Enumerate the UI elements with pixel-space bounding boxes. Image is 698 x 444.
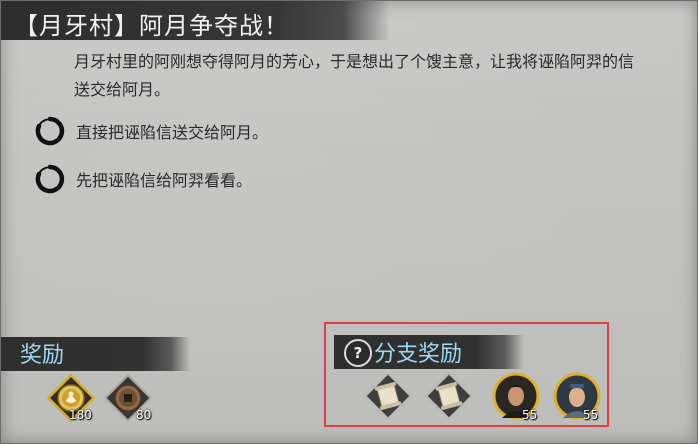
quest-description: 月牙村里的阿刚想夺得阿月的芳心，于是想出了个馊主意，让我将诬陷阿羿的信送交给阿月… bbox=[74, 52, 635, 99]
rewards-title: 奖励 bbox=[20, 343, 65, 368]
scroll-icon bbox=[363, 371, 413, 421]
scroll-icon bbox=[424, 371, 474, 421]
ink-ring-icon bbox=[35, 116, 65, 146]
reward-count: 55 bbox=[522, 408, 538, 422]
option-show-ayi[interactable]: 先把诬陷信给阿羿看看。 bbox=[34, 162, 252, 196]
branch-reward-male-character[interactable]: 55 bbox=[492, 372, 540, 422]
reward-item-gold-coin[interactable]: 180 bbox=[46, 373, 96, 423]
reward-item-bronze-coin[interactable]: 80 bbox=[103, 373, 153, 423]
ink-ring-icon bbox=[35, 164, 65, 194]
option-label: 直接把诬陷信送交给阿月。 bbox=[76, 123, 269, 142]
branch-reward-female-character[interactable]: 55 bbox=[553, 372, 601, 422]
branch-reward-scroll-2[interactable] bbox=[424, 371, 474, 421]
option-direct-deliver[interactable]: 直接把诬陷信送交给阿月。 bbox=[34, 114, 268, 148]
reward-count: 55 bbox=[583, 408, 599, 422]
quest-panel: 【月牙村】阿月争夺战！ 月牙村里的阿刚想夺得阿月的芳心，于是想出了个馊主意，让我… bbox=[0, 0, 698, 444]
title-bar: 【月牙村】阿月争夺战！ bbox=[0, 0, 390, 40]
reward-count: 80 bbox=[136, 408, 152, 422]
quest-title: 【月牙村】阿月争夺战！ bbox=[14, 12, 289, 40]
branch-reward-scroll-1[interactable] bbox=[363, 371, 413, 421]
option-label: 先把诬陷信给阿羿看看。 bbox=[76, 171, 253, 190]
reward-count: 180 bbox=[69, 408, 92, 422]
